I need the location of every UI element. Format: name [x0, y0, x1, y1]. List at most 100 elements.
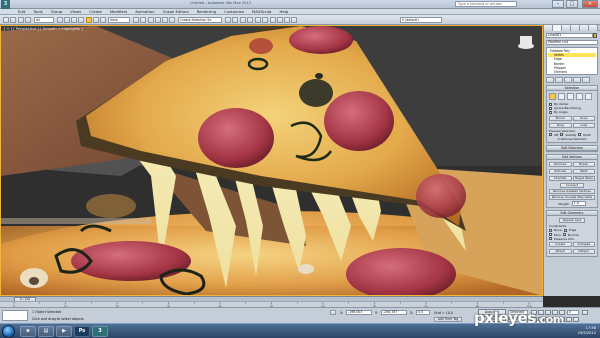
search-input[interactable]: Type a keyword or phrase [455, 1, 517, 7]
schematic-view-icon[interactable] [262, 17, 268, 23]
chamfer-button[interactable]: Chamfer [549, 176, 572, 182]
menu-modifiers[interactable]: Modifiers [106, 9, 131, 14]
remove-modifier-icon[interactable] [573, 77, 581, 83]
display-tab-icon[interactable] [580, 25, 589, 31]
pin-stack-icon[interactable] [546, 77, 554, 83]
link-icon[interactable] [18, 17, 24, 23]
pivot-center-icon[interactable] [133, 17, 139, 23]
select-object-icon[interactable] [57, 17, 63, 23]
constraint-none-radio[interactable] [549, 229, 552, 233]
show-end-result-icon[interactable] [555, 77, 563, 83]
percent-snap-icon[interactable] [162, 17, 168, 23]
menu-animation[interactable]: Animation [131, 9, 158, 14]
z-coordinate-field[interactable]: 0,0 [416, 310, 430, 315]
menu-maxscript[interactable]: MAXScript [248, 9, 276, 14]
constraint-edge-radio[interactable] [563, 229, 567, 233]
by-vertex-checkbox[interactable] [549, 102, 552, 106]
menu-edit[interactable]: Edit [14, 9, 29, 14]
weight-spinner[interactable]: 1,0 [571, 201, 586, 207]
collapse-button[interactable]: Collapse [572, 242, 595, 248]
constraint-normal-radio[interactable] [562, 233, 566, 237]
modify-tab-icon[interactable] [553, 25, 562, 31]
taskbar-media-player-icon[interactable]: ▶ [56, 326, 72, 337]
utilities-tab-icon[interactable] [589, 25, 598, 31]
menu-graph-editors[interactable]: Graph Editors [159, 9, 193, 14]
hierarchy-tab-icon[interactable] [562, 25, 571, 31]
loop-button[interactable]: Loop [572, 122, 595, 128]
start-button[interactable] [2, 325, 15, 338]
rendered-frame-icon[interactable] [284, 17, 290, 23]
menu-views[interactable]: Views [66, 9, 85, 14]
preview-off-radio[interactable] [549, 133, 552, 137]
ring-button[interactable]: Ring [549, 122, 572, 128]
connect-button[interactable]: Connect [560, 183, 584, 189]
create-tab-icon[interactable] [544, 25, 553, 31]
undo-icon[interactable] [3, 17, 9, 23]
detach-button[interactable]: Detach [572, 249, 595, 255]
configure-sets-icon[interactable] [582, 77, 590, 83]
close-button[interactable]: ✕ [582, 0, 598, 8]
select-scale-icon[interactable] [100, 17, 106, 23]
curve-editor-icon[interactable] [255, 17, 261, 23]
modifier-list-dropdown[interactable]: Modifier List [546, 40, 598, 45]
layer-dropdown[interactable]: 0 (default) [400, 17, 442, 23]
graphite-toggle-icon[interactable] [247, 17, 253, 23]
menu-group[interactable]: Group [47, 9, 67, 14]
reference-coordinate-dropdown[interactable]: View [108, 17, 130, 23]
remove-button[interactable]: Remove [549, 162, 572, 168]
redo-icon[interactable] [10, 17, 16, 23]
make-unique-icon[interactable] [564, 77, 572, 83]
render-production-icon[interactable] [291, 17, 297, 23]
current-frame-field[interactable]: 0 [567, 310, 579, 315]
select-rotate-icon[interactable] [93, 17, 99, 23]
select-move-icon[interactable] [86, 17, 92, 23]
selection-region-icon[interactable] [71, 17, 77, 23]
edge-mode-icon[interactable] [558, 93, 565, 100]
spinner-snap-icon[interactable] [169, 17, 175, 23]
manipulate-icon[interactable] [140, 17, 146, 23]
grow-button[interactable]: Grow [572, 115, 595, 121]
maxscript-listener-field[interactable] [2, 310, 28, 321]
preview-multi-radio[interactable] [578, 133, 582, 137]
object-name-field[interactable]: Line001 [546, 33, 597, 38]
perspective-viewport[interactable]: [ + ] [ Perspective ] [ Smooth + Highlig… [0, 25, 543, 296]
menu-create[interactable]: Create [85, 9, 106, 14]
shrink-button[interactable]: Shrink [549, 115, 572, 121]
minimize-button[interactable]: – [552, 0, 564, 8]
orbit-icon[interactable] [566, 317, 572, 322]
layer-manager-icon[interactable] [240, 17, 246, 23]
menu-tools[interactable]: Tools [29, 9, 46, 14]
add-time-tag-button[interactable]: Add Time Tag [434, 317, 462, 322]
named-selection-sets-dropdown[interactable]: Create Selection Se [178, 17, 222, 23]
constraint-face-radio[interactable] [549, 233, 552, 237]
weld-button[interactable]: Weld [572, 169, 595, 175]
y-coordinate-field[interactable]: -206,787 [381, 310, 407, 315]
angle-snap-icon[interactable] [155, 17, 161, 23]
app-logo-icon[interactable]: 3 [1, 0, 10, 9]
unlink-icon[interactable] [25, 17, 31, 23]
target-weld-button[interactable]: Target Weld [572, 176, 595, 182]
menu-rendering[interactable]: Rendering [193, 9, 220, 14]
window-crossing-icon[interactable] [78, 17, 84, 23]
by-angle-checkbox[interactable] [549, 111, 552, 114]
object-color-swatch[interactable] [593, 33, 597, 38]
system-clock[interactable]: 17:58 29/5/2012 [578, 326, 596, 336]
polygon-mode-icon[interactable] [576, 93, 583, 100]
attach-button[interactable]: Attach [549, 249, 572, 255]
snaps-toggle-icon[interactable] [148, 17, 154, 23]
viewport-label[interactable]: [ + ] [ Perspective ] [ Smooth + Highlig… [4, 27, 83, 31]
soft-selection-rollout-header[interactable]: Soft Selection [547, 146, 597, 152]
border-mode-icon[interactable] [567, 93, 574, 100]
render-setup-icon[interactable] [277, 17, 283, 23]
taskbar-3dsmax-icon[interactable]: 3 [92, 326, 108, 337]
extrude-button[interactable]: Extrude [549, 169, 572, 175]
maximize-viewport-icon[interactable] [573, 317, 579, 322]
select-by-name-icon[interactable] [64, 17, 70, 23]
repeat-last-button[interactable]: Repeat Last [559, 218, 585, 224]
lock-selection-icon[interactable] [330, 310, 336, 315]
menu-customize[interactable]: Customize [220, 9, 248, 14]
create-button[interactable]: Create [549, 242, 572, 248]
taskbar-ie-icon[interactable]: e [20, 326, 36, 337]
x-coordinate-field[interactable]: -198,003 [346, 310, 372, 315]
stack-item-element[interactable]: Element [548, 70, 596, 74]
